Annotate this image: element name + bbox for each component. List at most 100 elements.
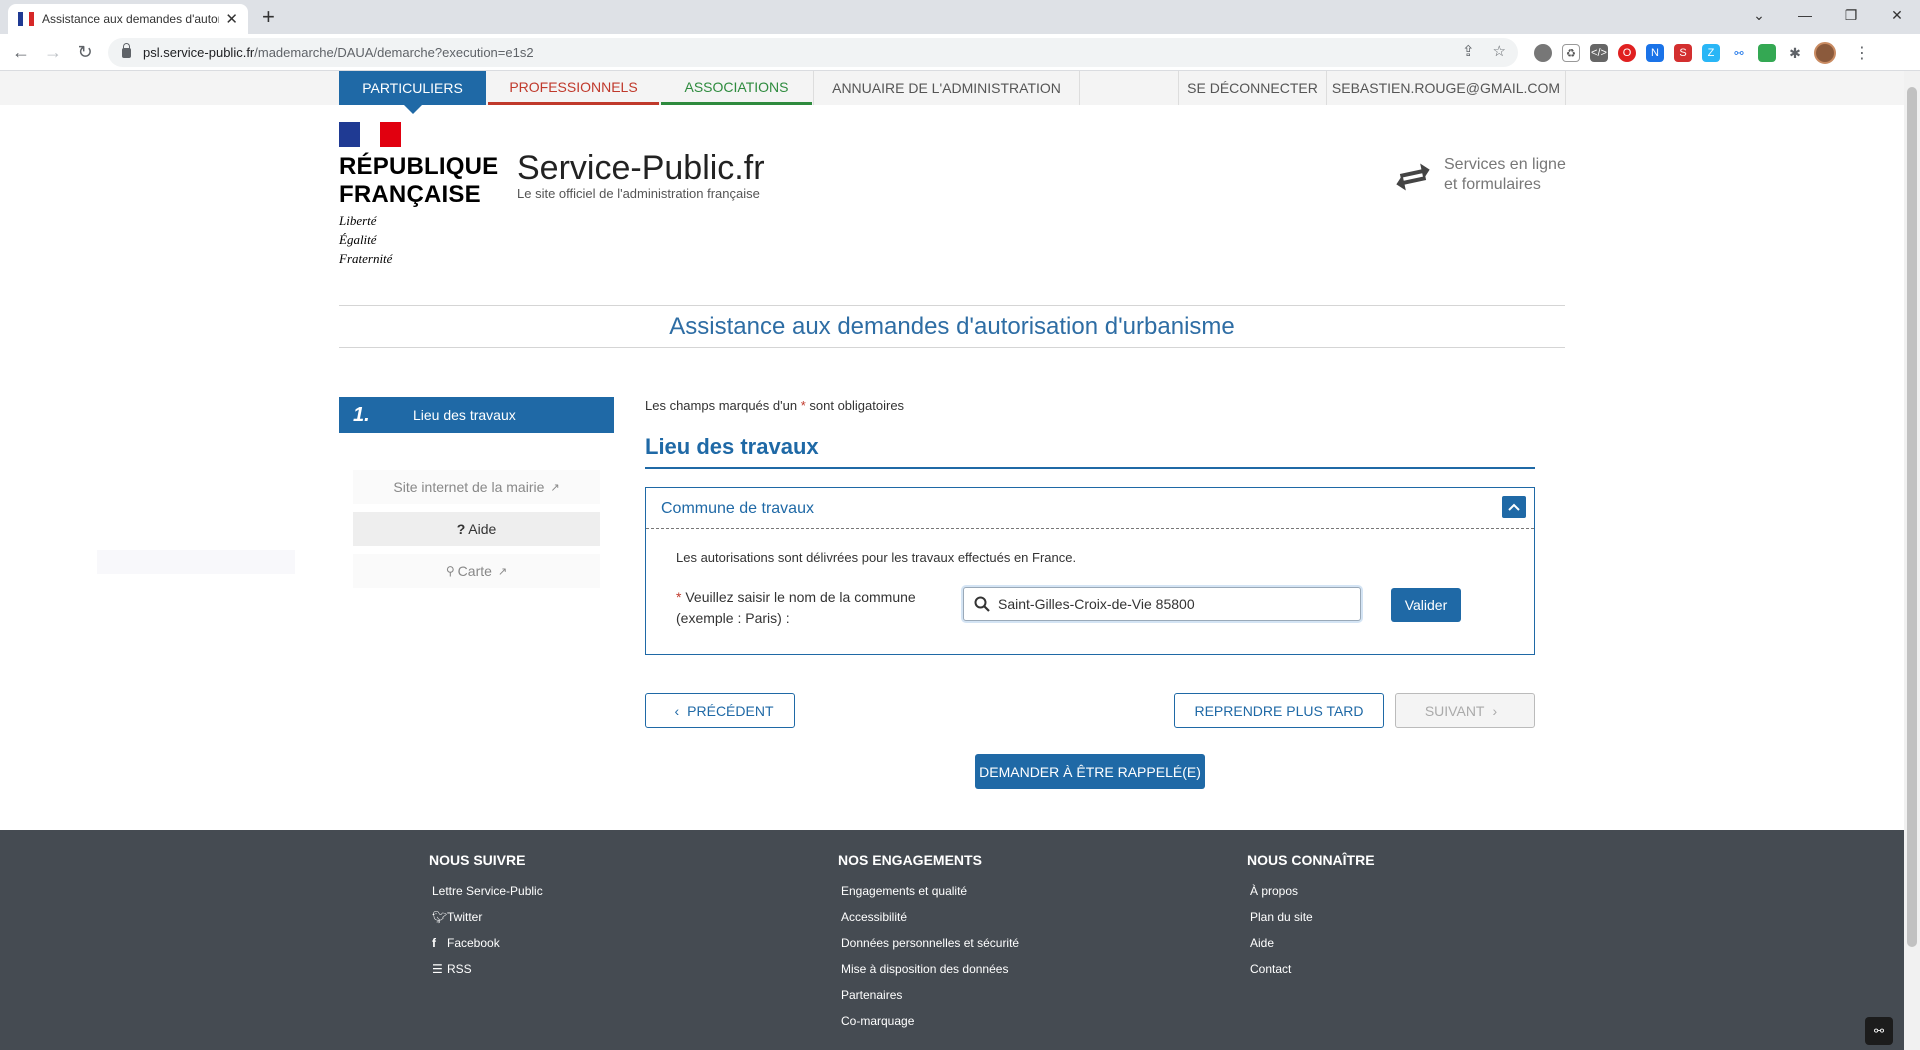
- footer-link-aide[interactable]: Aide: [1247, 930, 1375, 956]
- title-rule-bottom: [339, 347, 1565, 348]
- footer-link-a-propos[interactable]: À propos: [1247, 878, 1375, 904]
- commune-panel-header[interactable]: Commune de travaux: [646, 488, 1534, 529]
- footer-link-contact[interactable]: Contact: [1247, 956, 1375, 982]
- bookmark-star-icon[interactable]: ☆: [1493, 42, 1506, 60]
- footer-link-rss[interactable]: ☰ RSS: [429, 956, 543, 982]
- search-icon: [974, 596, 990, 612]
- footer-link-co-marquage[interactable]: Co-marquage: [838, 1008, 1019, 1034]
- footer-link-facebook[interactable]: f Facebook: [429, 930, 543, 956]
- footer-col-nous-connaitre: NOUS CONNAÎTRE À propos Plan du site Aid…: [1247, 852, 1375, 982]
- extension-opera-icon[interactable]: O: [1618, 44, 1636, 62]
- extensions-puzzle-icon[interactable]: ✱: [1786, 44, 1804, 62]
- commune-search-box[interactable]: [963, 587, 1361, 621]
- commune-panel: Commune de travaux Les autorisations son…: [645, 487, 1535, 655]
- services-line1: Services en ligne: [1444, 156, 1566, 173]
- footer-link-mise-a-disposition[interactable]: Mise à disposition des données: [838, 956, 1019, 982]
- aide-label: Aide: [468, 521, 497, 537]
- extension-tag-icon[interactable]: [1758, 44, 1776, 62]
- page: PARTICULIERS PROFESSIONNELS ASSOCIATIONS…: [0, 71, 1904, 1050]
- commune-label-text: Veuillez saisir le nom de la commune (ex…: [676, 589, 916, 626]
- forward-icon[interactable]: →: [41, 40, 65, 64]
- close-icon[interactable]: ✕: [225, 10, 238, 28]
- extension-globe-icon[interactable]: [1534, 44, 1552, 62]
- site-mairie-link[interactable]: Site internet de la mairie ↗: [353, 470, 600, 504]
- minimize-icon[interactable]: —: [1782, 0, 1828, 30]
- top-navigation: PARTICULIERS PROFESSIONNELS ASSOCIATIONS…: [0, 71, 1904, 114]
- nav-associations[interactable]: ASSOCIATIONS: [661, 71, 812, 105]
- footer-link-lettre[interactable]: Lettre Service-Public: [429, 878, 543, 904]
- footer: NOUS SUIVRE Lettre Service-Public 🐦︎ Twit…: [0, 830, 1904, 1050]
- external-link-icon: ↗: [497, 565, 508, 578]
- footer-link-engagements[interactable]: Engagements et qualité: [838, 878, 1019, 904]
- extension-s-icon[interactable]: S: [1674, 44, 1692, 62]
- commune-field-label: * Veuillez saisir le nom de la commune (…: [676, 587, 936, 629]
- required-note-after: sont obligatoires: [809, 398, 905, 413]
- step-1-lieu-des-travaux[interactable]: 1. Lieu des travaux: [339, 397, 614, 433]
- footer-link-accessibilite[interactable]: Accessibilité: [838, 904, 1019, 930]
- precedent-button[interactable]: ‹ PRÉCÉDENT: [645, 693, 795, 728]
- scrollbar-thumb[interactable]: [1907, 87, 1917, 947]
- rss-icon: ☰: [432, 962, 443, 976]
- collapse-button[interactable]: [1502, 496, 1526, 518]
- valider-button[interactable]: Valider: [1391, 588, 1461, 622]
- window-close-icon[interactable]: ✕: [1874, 0, 1920, 30]
- demander-rappel-button[interactable]: DEMANDER À ÊTRE RAPPELÉ(E): [975, 754, 1205, 789]
- page-scrollbar[interactable]: [1904, 71, 1920, 1050]
- suivant-label: SUIVANT: [1424, 702, 1485, 719]
- browser-menu-icon[interactable]: ⋮: [1854, 43, 1870, 63]
- nav-professionnels[interactable]: PROFESSIONNELS: [488, 71, 659, 105]
- nav-logout[interactable]: SE DÉCONNECTER: [1179, 71, 1326, 105]
- exchange-arrows-icon: [1396, 163, 1430, 191]
- url-host: psl.service-public.fr: [143, 45, 255, 60]
- republique-francaise-logo[interactable]: RÉPUBLIQUE FRANÇAISE Liberté Égalité Fra…: [339, 122, 498, 266]
- nav-particuliers[interactable]: PARTICULIERS: [339, 71, 486, 114]
- service-public-brand[interactable]: Service-Public.fr Le site officiel de l'…: [517, 149, 765, 201]
- carte-label: Carte: [457, 563, 492, 579]
- carte-link[interactable]: ⚲ Carte ↗: [353, 554, 600, 588]
- hidden-overlay: [97, 550, 295, 574]
- services-en-ligne-link[interactable]: Services en ligne et formulaires: [1394, 155, 1566, 195]
- reprendre-plus-tard-button[interactable]: REPRENDRE PLUS TARD: [1174, 693, 1384, 728]
- profile-avatar[interactable]: [1814, 42, 1836, 64]
- nav-annuaire[interactable]: ANNUAIRE DE L'ADMINISTRATION: [814, 71, 1079, 105]
- tab-title: Assistance aux demandes d'autor: [42, 12, 220, 26]
- footer-link-text: RSS: [447, 962, 472, 976]
- address-bar[interactable]: psl.service-public.fr/mademarche/DAUA/de…: [108, 38, 1518, 67]
- section-rule: [645, 467, 1535, 469]
- site-mairie-label: Site internet de la mairie: [393, 479, 545, 495]
- back-icon[interactable]: ←: [9, 40, 33, 64]
- restore-icon[interactable]: ❐: [1828, 0, 1874, 30]
- nav-user-email[interactable]: SEBASTIEN.ROUGE@GMAIL.COM: [1327, 71, 1565, 105]
- extension-link-icon[interactable]: ⚯: [1730, 44, 1748, 62]
- facebook-icon: f: [432, 936, 436, 950]
- suivant-button[interactable]: SUIVANT ›: [1395, 693, 1535, 728]
- aide-button[interactable]: ? Aide: [353, 512, 600, 546]
- required-note-before: Les champs marqués d'un: [645, 398, 798, 413]
- precedent-label: PRÉCÉDENT: [687, 702, 774, 719]
- footer-link-donnees-personnelles[interactable]: Données personnelles et sécurité: [838, 930, 1019, 956]
- commune-input[interactable]: [998, 596, 1358, 612]
- floating-link-icon[interactable]: ⚯: [1865, 1017, 1893, 1045]
- question-icon: ?: [456, 521, 466, 537]
- footer-link-partenaires[interactable]: Partenaires: [838, 982, 1019, 1008]
- footer-col1-title: NOUS SUIVRE: [429, 852, 526, 868]
- footer-link-text: Lettre Service-Public: [432, 884, 543, 898]
- share-icon[interactable]: ⇪: [1462, 42, 1475, 60]
- required-fields-note: Les champs marqués d'un * sont obligatoi…: [645, 398, 904, 413]
- reload-icon[interactable]: ↻: [73, 40, 97, 64]
- extension-z-icon[interactable]: Z: [1702, 44, 1720, 62]
- extension-code-icon[interactable]: </>: [1590, 44, 1608, 62]
- external-link-icon: ↗: [550, 481, 560, 494]
- footer-link-twitter[interactable]: 🐦︎ Twitter: [429, 904, 543, 930]
- extension-recycle-icon[interactable]: ♻: [1562, 44, 1580, 62]
- footer-link-text: Twitter: [447, 910, 483, 924]
- tab-search-icon[interactable]: ⌄: [1736, 0, 1782, 30]
- browser-tab[interactable]: Assistance aux demandes d'autor ✕: [8, 4, 248, 34]
- chevron-up-icon: [1508, 503, 1520, 511]
- extension-new-icon[interactable]: N: [1646, 44, 1664, 62]
- new-tab-icon[interactable]: +: [262, 4, 275, 30]
- chevron-left-icon: ‹: [674, 702, 680, 719]
- footer-link-plan-du-site[interactable]: Plan du site: [1247, 904, 1375, 930]
- services-line2: et formulaires: [1444, 176, 1541, 193]
- brand-tagline: Le site officiel de l'administration fra…: [517, 186, 760, 201]
